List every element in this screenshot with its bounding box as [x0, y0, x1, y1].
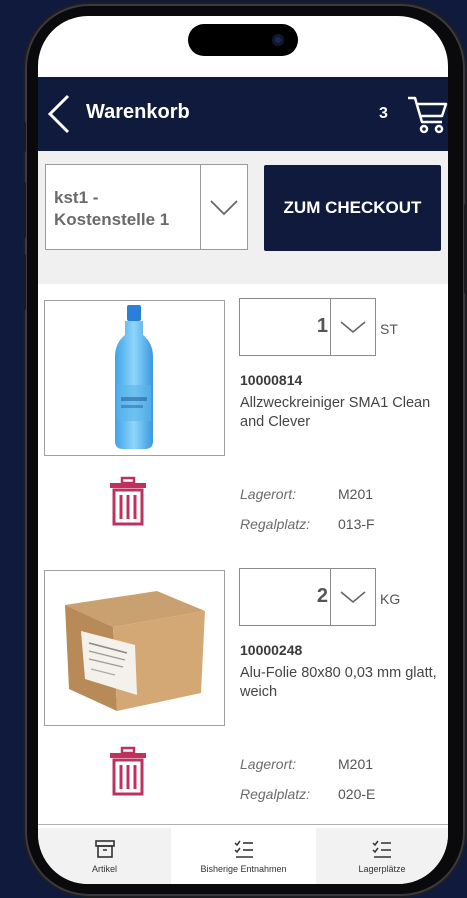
cart-count-badge: 3 — [379, 105, 388, 122]
cleaner-bottle-image — [115, 305, 153, 449]
archive-icon — [94, 840, 115, 858]
checklist-icon — [372, 840, 391, 858]
app-header: Warenkorb 3 — [38, 77, 448, 151]
cart-item: 2 KG 10000248 Alu-Folie 80x80 0,03 mm gl… — [38, 554, 448, 825]
quantity-dropdown-toggle[interactable] — [330, 299, 375, 355]
regalplatz-label: Regalplatz: — [240, 516, 311, 532]
dynamic-island — [188, 24, 298, 56]
quantity-stepper[interactable]: 2 — [239, 568, 376, 626]
lagerort-value: M201 — [338, 756, 374, 772]
quantity-dropdown-toggle[interactable] — [330, 569, 375, 625]
chevron-left-icon — [47, 94, 70, 134]
nav-item-bisherige-entnahmen[interactable]: Bisherige Entnahmen — [171, 828, 316, 884]
back-button[interactable] — [44, 93, 74, 135]
cart-button[interactable] — [406, 94, 448, 134]
phone-side-button — [23, 254, 26, 310]
lagerort-value: M201 — [338, 486, 374, 502]
unit-label: KG — [380, 591, 401, 607]
nav-item-artikel[interactable]: Artikel — [38, 828, 171, 884]
product-image — [44, 570, 225, 726]
nav-item-lagerplaetze[interactable]: Lagerplätze — [316, 828, 448, 884]
shopping-cart-icon — [408, 96, 448, 134]
nav-label: Bisherige Entnahmen — [200, 864, 287, 874]
trash-icon — [110, 476, 146, 526]
quantity-value: 1 — [316, 315, 328, 337]
article-description: Allzweckreiniger SMA1 Clean and Clever — [240, 395, 431, 430]
trash-icon — [110, 746, 146, 796]
selector-bar: kst1 - Kostenstelle 1 ZUM CHECKOUT — [38, 151, 448, 284]
quantity-value: 2 — [316, 585, 328, 607]
article-number: 10000814 — [240, 372, 303, 388]
checklist-icon — [233, 840, 253, 858]
chevron-down-icon — [210, 200, 238, 216]
dropdown-toggle[interactable] — [200, 165, 247, 249]
cost-center-value: kst1 - Kostenstelle 1 — [54, 188, 170, 229]
cart-item: 1 ST 10000814 Allzweckreiniger SMA1 Clea… — [38, 284, 448, 555]
chevron-down-icon — [340, 321, 366, 334]
product-image — [44, 300, 225, 456]
regalplatz-label: Regalplatz: — [240, 786, 311, 802]
cost-center-dropdown[interactable]: kst1 - Kostenstelle 1 — [45, 164, 248, 250]
regalplatz-value: 020-E — [338, 786, 376, 802]
phone-side-button — [23, 182, 26, 238]
camera-icon — [272, 34, 284, 46]
delete-item-button[interactable] — [108, 746, 148, 796]
lagerort-label: Lagerort: — [240, 756, 297, 772]
unit-label: ST — [380, 321, 398, 337]
article-description: Alu-Folie 80x80 0,03 mm glatt, weich — [240, 665, 437, 700]
nav-label: Lagerplätze — [358, 864, 406, 874]
nav-label: Artikel — [91, 864, 117, 874]
chevron-down-icon — [340, 591, 366, 604]
quantity-stepper[interactable]: 1 — [239, 298, 376, 356]
bottom-navigation: Artikel Bisherige Entnahmen Lagerplätze — [38, 828, 448, 884]
checkout-button[interactable]: ZUM CHECKOUT — [264, 165, 441, 251]
cardboard-box-image — [65, 591, 205, 711]
lagerort-label: Lagerort: — [240, 486, 297, 502]
regalplatz-value: 013-F — [338, 516, 375, 532]
article-number: 10000248 — [240, 642, 303, 658]
page-title: Warenkorb — [86, 101, 190, 123]
phone-side-button — [23, 122, 26, 152]
app-screen: Warenkorb 3 kst1 - Kostenstelle 1 ZUM CH… — [38, 16, 448, 884]
delete-item-button[interactable] — [108, 476, 148, 526]
